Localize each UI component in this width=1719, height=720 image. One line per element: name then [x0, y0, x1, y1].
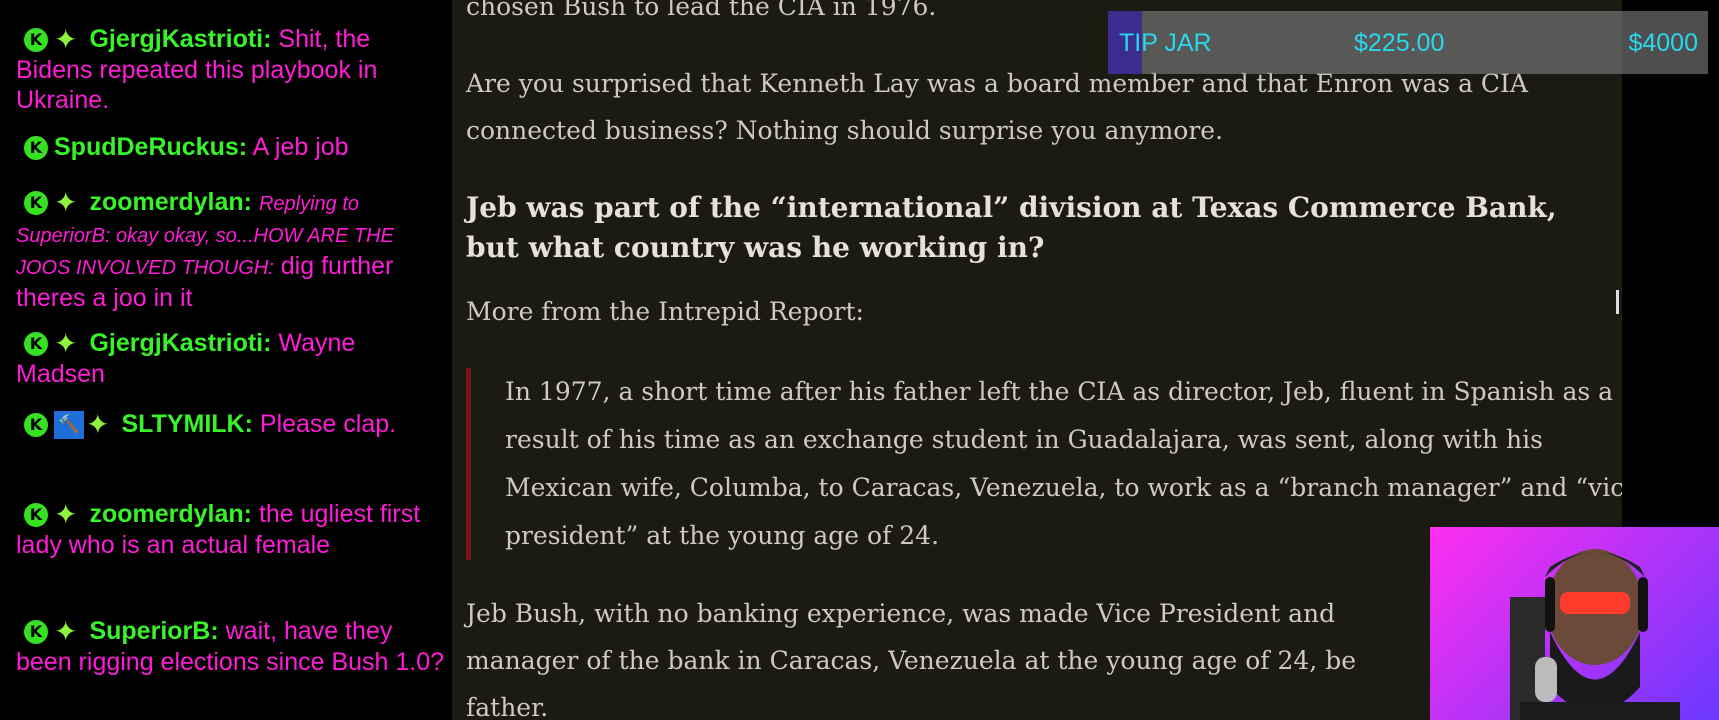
chat-username[interactable]: zoomerdylan: [89, 500, 252, 528]
streamer-avatar [1510, 549, 1680, 720]
article-paragraph: More from the Intrepid Report: [466, 297, 864, 326]
star-badge-icon: ✦ [86, 408, 110, 442]
chat-message: K SpudDeRuckus: A jeb job [16, 132, 446, 162]
chat-text: A jeb job [252, 133, 349, 161]
article-top-line: chosen Bush to lead the CIA in 1976. [466, 0, 937, 21]
chat-username[interactable]: SuperiorB: [89, 617, 218, 645]
moderator-hammer-icon: 🔨 [54, 411, 84, 440]
star-badge-icon: ✦ [54, 498, 78, 532]
kick-badge-icon: K [24, 503, 48, 528]
tip-jar-goal: $4000 [1628, 29, 1698, 57]
star-badge-icon: ✦ [54, 23, 78, 57]
tip-jar-amount: $225.00 [1354, 29, 1445, 57]
kick-badge-icon: K [24, 620, 48, 645]
chat-message: K ✦ zoomerdylan: Replying to SuperiorB: ok… [16, 187, 446, 313]
chat-username[interactable]: GjergjKastrioti: [89, 25, 271, 53]
kick-badge-icon: K [24, 332, 48, 357]
chat-username[interactable]: SpudDeRuckus: [54, 133, 247, 161]
chat-panel: K ✦ GjergjKastrioti: Shit, the Bidens repe… [0, 0, 452, 720]
chat-text: Please clap. [259, 410, 397, 438]
star-badge-icon: ✦ [54, 186, 78, 220]
chat-username[interactable]: zoomerdylan: [89, 188, 252, 216]
chat-text: wait, have they been rigging elections s… [16, 617, 445, 677]
webcam-overlay [1430, 527, 1719, 720]
chat-username[interactable]: SLTYMILK: [121, 410, 252, 438]
chat-message: K ✦ GjergjKastrioti: Wayne Madsen [16, 328, 446, 389]
kick-badge-icon: K [24, 413, 48, 438]
article-paragraph-line: Jeb Bush, with no banking experience, wa… [466, 599, 1336, 628]
chat-username[interactable]: GjergjKastrioti: [89, 329, 271, 357]
kick-badge-icon: K [24, 28, 48, 53]
article-paragraph: Are you surprised that Kenneth Lay was a… [466, 69, 1528, 145]
chat-message: K ✦ zoomerdylan: the ugliest first lady wh… [16, 499, 446, 560]
article-paragraph-line: father. [466, 693, 549, 720]
kick-badge-icon: K [24, 136, 48, 161]
chat-message: K ✦ GjergjKastrioti: Shit, the Bidens repe… [16, 24, 446, 115]
scrollbar-thumb[interactable] [1616, 290, 1619, 314]
kick-badge-icon: K [24, 191, 48, 216]
tip-jar-label: TIP JAR [1119, 29, 1212, 57]
article-paragraph-line: manager of the bank in Caracas, Venezuel… [466, 646, 1357, 675]
tip-jar-widget: TIP JAR $225.00 $4000 [1108, 11, 1708, 74]
star-badge-icon: ✦ [54, 327, 78, 361]
star-badge-icon: ✦ [54, 615, 78, 649]
article-heading: Jeb was part of the “international” divi… [466, 191, 1557, 264]
chat-message: K 🔨 ✦ SLTYMILK: Please clap. [16, 409, 446, 440]
chat-message: K ✦ SuperiorB: wait, have they been riggin… [16, 616, 446, 677]
